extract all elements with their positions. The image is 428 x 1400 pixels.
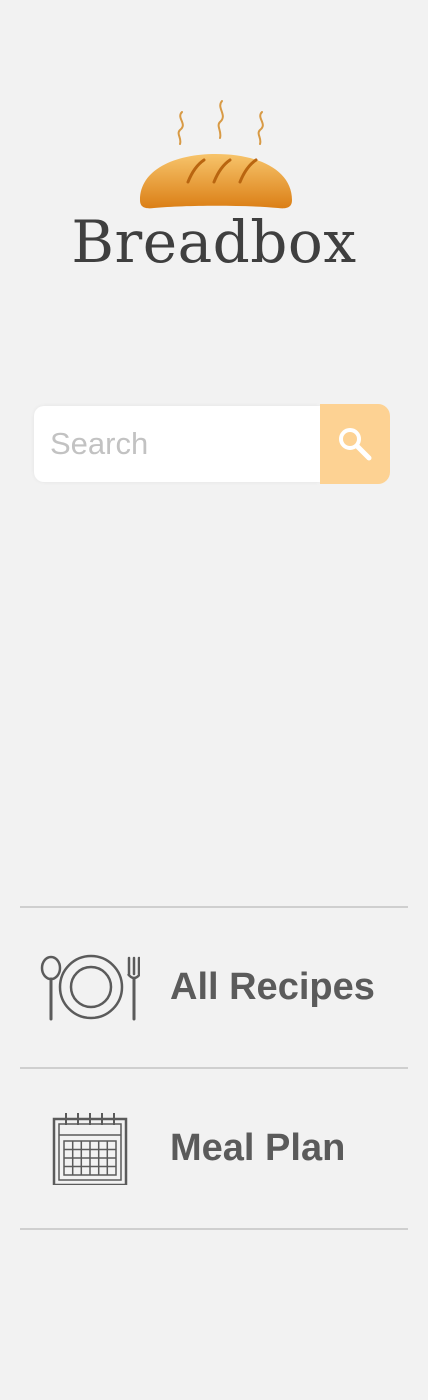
app-logo: Breadbox — [0, 96, 428, 286]
nav-item-meal-plan[interactable]: Meal Plan — [20, 1067, 408, 1230]
plate-utensils-icon — [40, 954, 140, 1021]
bread-loaf-icon — [140, 100, 292, 209]
calendar-icon — [52, 1113, 128, 1185]
search-button[interactable] — [320, 404, 390, 484]
app-title: Breadbox — [71, 208, 357, 276]
search-input[interactable] — [34, 406, 320, 482]
nav-label-meal-plan: Meal Plan — [170, 1127, 346, 1169]
search-bar — [34, 404, 390, 484]
main-nav: All Recipes Meal Plan — [20, 906, 408, 1230]
nav-label-all-recipes: All Recipes — [170, 966, 375, 1008]
magnifier-icon — [339, 428, 372, 461]
nav-item-all-recipes[interactable]: All Recipes — [20, 906, 408, 1067]
